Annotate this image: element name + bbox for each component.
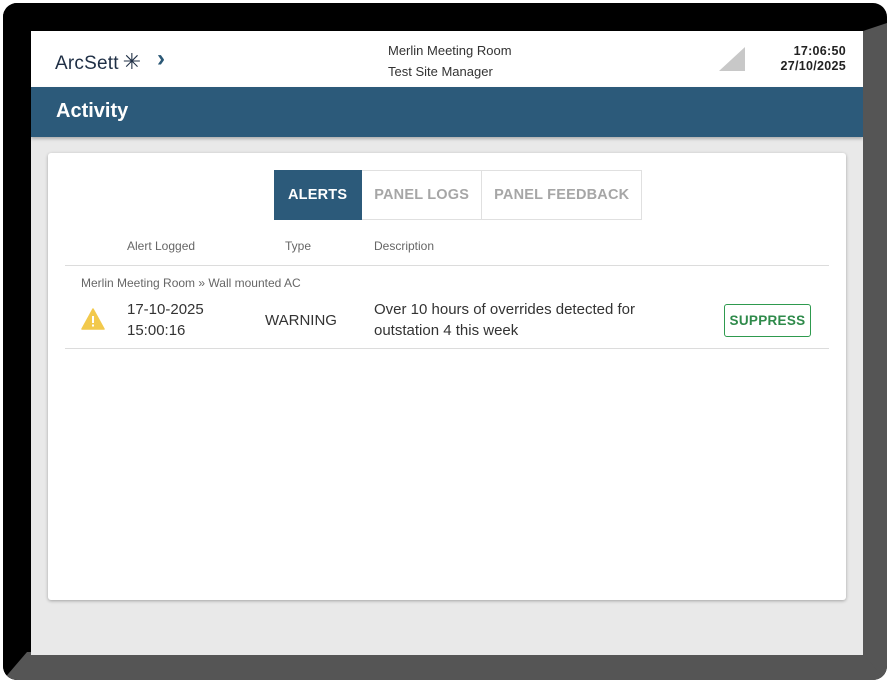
logo: ArcSett ✳ (55, 49, 141, 75)
top-bar: ArcSett ✳ › Merlin Meeting Room Test Site… (31, 31, 863, 87)
bezel-bottom-edge (3, 652, 887, 680)
column-header-alert-logged: Alert Logged (127, 239, 196, 253)
alert-logged-cell: 17-10-2025 15:00:16 (127, 299, 204, 341)
table-row: 17-10-2025 15:00:16 WARNING Over 10 hour… (65, 295, 829, 349)
activity-card: ALERTS PANEL LOGS PANEL FEEDBACK Alert L… (48, 153, 846, 600)
suppress-button[interactable]: SUPPRESS (724, 304, 811, 337)
alert-description-line-2: outstation 4 this week (374, 322, 519, 339)
device-bezel: ArcSett ✳ › Merlin Meeting Room Test Site… (3, 3, 887, 680)
tab-panel-feedback[interactable]: PANEL FEEDBACK (482, 170, 643, 220)
signal-icon (719, 47, 745, 71)
tab-panel-logs[interactable]: PANEL LOGS (362, 170, 483, 220)
clock: 17:06:50 27/10/2025 (780, 44, 846, 74)
bezel-left-edge (3, 3, 28, 680)
page-title: Activity (56, 100, 129, 122)
bezel-right-edge (863, 23, 887, 680)
column-header-description: Description (374, 239, 435, 253)
tab-bar: ALERTS PANEL LOGS PANEL FEEDBACK (274, 170, 643, 220)
room-name: Merlin Meeting Room (388, 43, 512, 58)
title-bar: Activity (31, 87, 863, 137)
column-header-type: Type (285, 239, 312, 253)
alert-time: 15:00:16 (127, 322, 186, 339)
clock-time: 17:06:50 (793, 44, 846, 58)
chevron-right-icon[interactable]: › (157, 45, 165, 73)
user-name: Test Site Manager (388, 64, 493, 79)
location-info: Merlin Meeting Room Test Site Manager (388, 40, 512, 82)
alert-date: 17-10-2025 (127, 301, 204, 318)
alert-description: Over 10 hours of overrides detected for … (374, 299, 635, 341)
alert-description-line-1: Over 10 hours of overrides detected for (374, 301, 635, 318)
logo-text: ArcSett (55, 53, 119, 74)
tab-alerts[interactable]: ALERTS (274, 170, 363, 220)
clock-date: 27/10/2025 (780, 59, 846, 73)
alert-group-label: Merlin Meeting Room » Wall mounted AC (81, 276, 301, 290)
app-screen: ArcSett ✳ › Merlin Meeting Room Test Site… (31, 31, 863, 655)
table-header: Alert Logged Type Description (65, 239, 829, 266)
warning-icon (81, 308, 105, 330)
asterisk-logo-icon: ✳ (122, 49, 142, 74)
alert-type: WARNING (265, 312, 337, 329)
